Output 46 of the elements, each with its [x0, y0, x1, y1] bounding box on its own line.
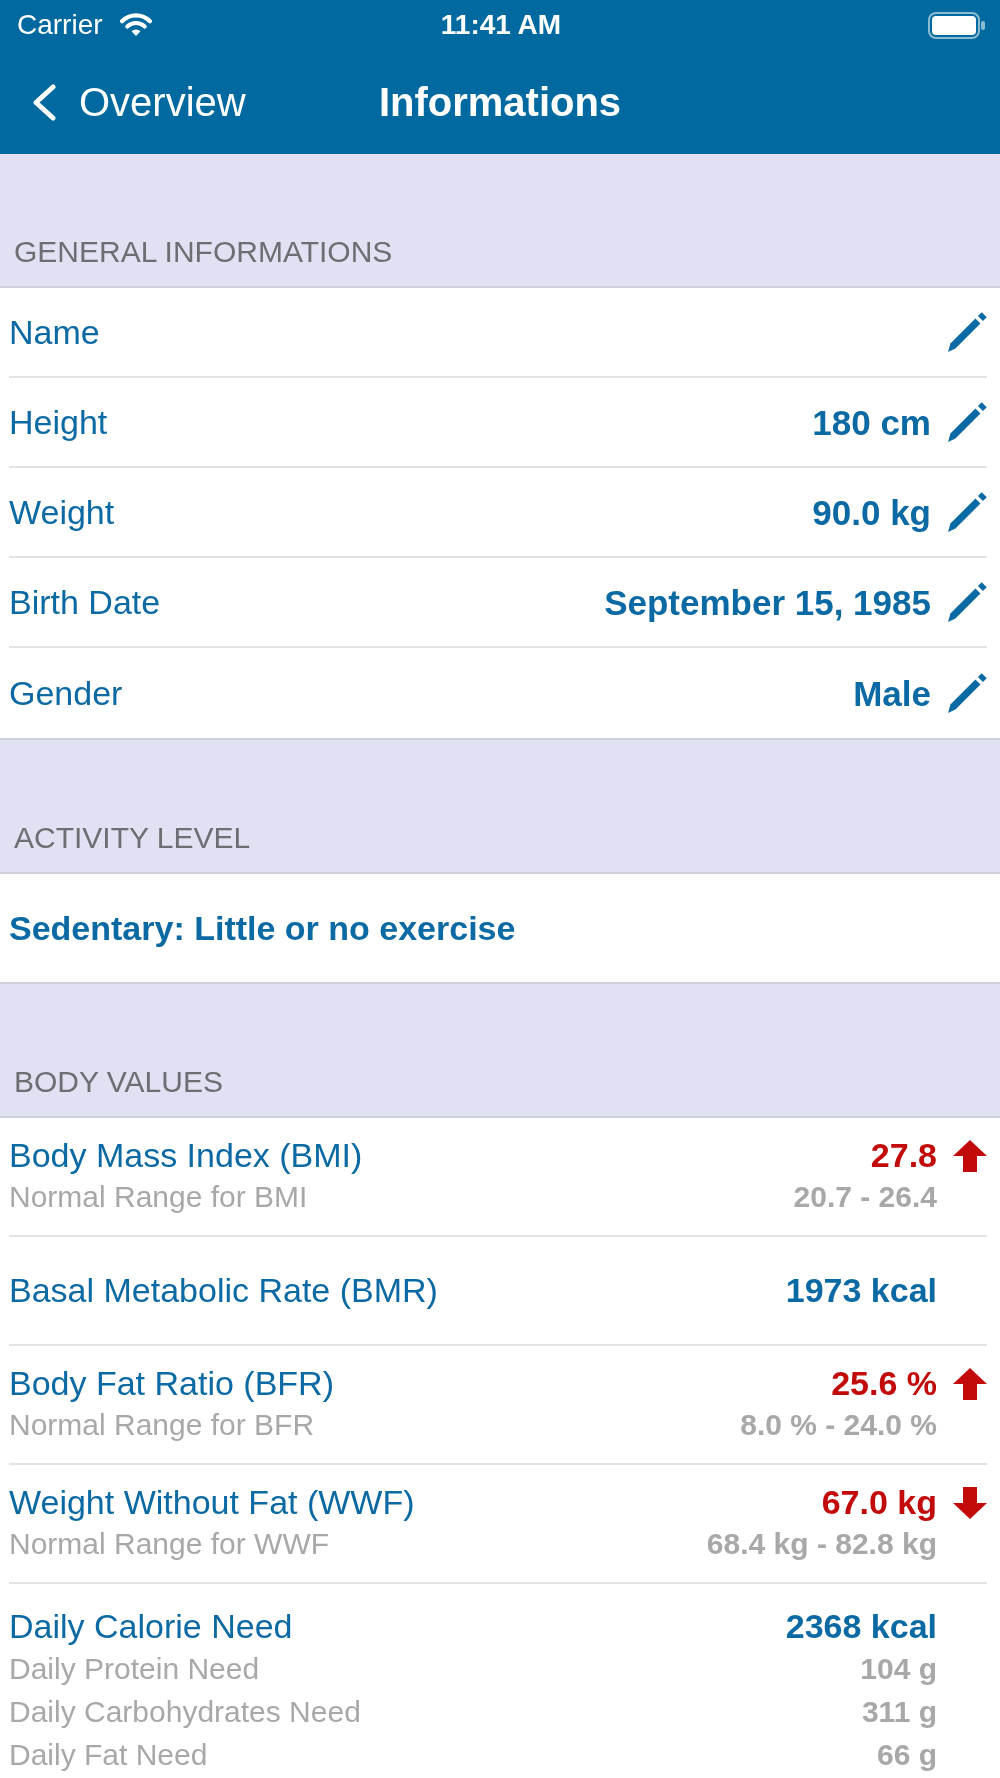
pencil-icon[interactable]: [947, 581, 987, 623]
detail-label: Daily Protein Need: [9, 1651, 260, 1687]
metric-value: 67.0 kg: [821, 1482, 937, 1523]
field-value: 90.0 kg: [812, 491, 931, 533]
pencil-icon[interactable]: [947, 311, 987, 353]
metric-value: 25.6 %: [831, 1363, 937, 1404]
detail-label: Daily Fat Need: [9, 1737, 208, 1773]
detail-value: 104 g: [860, 1651, 937, 1687]
metric-label: Basal Metabolic Rate (BMR): [9, 1270, 438, 1311]
metric-label: Weight Without Fat (WWF): [9, 1482, 415, 1523]
field-label: Birth Date: [9, 581, 161, 623]
section-title: BODY VALUES: [14, 1064, 223, 1100]
carrier-label: Carrier: [17, 9, 103, 41]
detail-value: 311 g: [861, 1694, 937, 1730]
chevron-left-icon: [32, 83, 57, 121]
metric-value: 27.8: [870, 1135, 937, 1176]
battery-icon: [928, 11, 985, 39]
pencil-icon[interactable]: [947, 672, 987, 714]
pencil-icon[interactable]: [947, 491, 987, 533]
field-value: Male: [853, 672, 931, 714]
nav-title: Informations: [378, 79, 622, 125]
field-label: Name: [9, 311, 100, 353]
detail-label: Normal Range for BFR: [9, 1407, 315, 1443]
activity-option[interactable]: Sedentary: Little or no exercise: [9, 907, 516, 949]
back-button[interactable]: Overview: [32, 79, 250, 125]
field-label: Weight: [9, 491, 115, 533]
metric-value: 2368 kcal: [785, 1606, 937, 1647]
field-value: 180 cm: [812, 401, 931, 443]
section-title: ACTIVITY LEVEL: [14, 820, 251, 856]
metric-label: Daily Calorie Need: [9, 1606, 293, 1647]
detail-label: Normal Range for BMI: [9, 1179, 308, 1215]
detail-value: 68.4 kg - 82.8 kg: [706, 1526, 937, 1562]
clock-time: 11:41 AM: [440, 9, 562, 41]
detail-label: Normal Range for WWF: [9, 1526, 330, 1562]
field-label: Height: [9, 401, 108, 443]
detail-label: Daily Carbohydrates Need: [9, 1694, 361, 1730]
field-label: Gender: [9, 672, 123, 714]
detail-value: 8.0 % - 24.0 %: [740, 1407, 937, 1443]
section-title: GENERAL INFORMATIONS: [14, 234, 393, 270]
metric-label: Body Mass Index (BMI): [9, 1135, 363, 1176]
metric-label: Body Fat Ratio (BFR): [9, 1363, 334, 1404]
field-value: September 15, 1985: [604, 581, 931, 623]
metric-value: 1973 kcal: [785, 1270, 937, 1311]
pencil-icon[interactable]: [947, 401, 987, 443]
detail-value: 66 g: [876, 1737, 937, 1773]
detail-value: 20.7 - 26.4: [793, 1179, 937, 1215]
